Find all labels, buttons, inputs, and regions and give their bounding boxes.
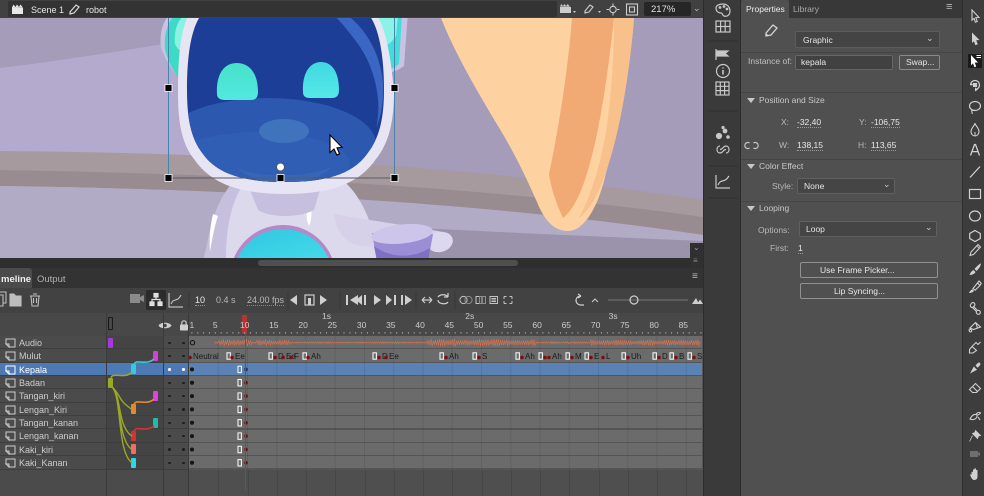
svg-text:Neutral: Neutral (193, 352, 219, 361)
svg-text:S: S (482, 352, 487, 361)
svg-text:D: D (662, 352, 668, 361)
svg-text:20: 20 (298, 320, 308, 330)
svg-text:Uh: Uh (631, 352, 641, 361)
svg-text:80: 80 (649, 320, 659, 330)
svg-text:Ah: Ah (449, 352, 459, 361)
svg-text:10: 10 (240, 320, 250, 330)
svg-text:30: 30 (357, 320, 367, 330)
svg-text:40: 40 (415, 320, 425, 330)
svg-text:2s: 2s (465, 311, 474, 321)
svg-text:85: 85 (679, 320, 689, 330)
svg-text:65: 65 (562, 320, 572, 330)
svg-text:70: 70 (591, 320, 601, 330)
svg-text:Ah: Ah (311, 352, 321, 361)
svg-text:E: E (594, 352, 599, 361)
svg-text:B: B (679, 352, 684, 361)
svg-text:5: 5 (213, 320, 218, 330)
svg-text:3s: 3s (609, 311, 618, 321)
svg-text:25: 25 (328, 320, 338, 330)
svg-text:60: 60 (532, 320, 542, 330)
svg-text:75: 75 (620, 320, 630, 330)
svg-text:15: 15 (269, 320, 279, 330)
svg-text:1s: 1s (322, 311, 331, 321)
svg-text:F: F (294, 352, 299, 361)
svg-text:35: 35 (386, 320, 396, 330)
svg-text:S: S (697, 352, 702, 361)
svg-text:1: 1 (190, 320, 195, 330)
svg-text:Ah: Ah (552, 352, 562, 361)
svg-text:55: 55 (503, 320, 513, 330)
svg-text:45: 45 (445, 320, 455, 330)
svg-text:Ah: Ah (525, 352, 535, 361)
svg-text:M: M (575, 352, 582, 361)
svg-text:Ee: Ee (389, 352, 399, 361)
svg-text:50: 50 (474, 320, 484, 330)
svg-text:L: L (606, 352, 611, 361)
